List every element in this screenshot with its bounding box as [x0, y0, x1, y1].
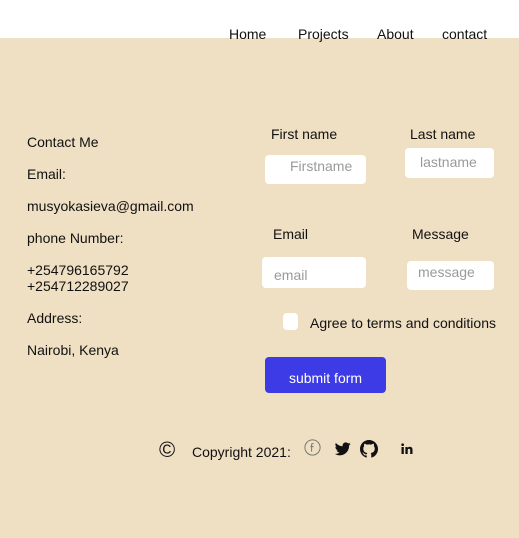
facebook-icon[interactable] — [304, 439, 321, 461]
phone-value-1: +254796165792 — [27, 262, 129, 278]
message-input[interactable] — [407, 261, 494, 290]
nav-about-link[interactable]: About — [377, 26, 414, 42]
email-input[interactable] — [262, 257, 366, 288]
address-value: Nairobi, Kenya — [27, 342, 119, 358]
email-value: musyokasieva@gmail.com — [27, 198, 194, 214]
linkedin-icon[interactable] — [401, 442, 413, 460]
last-name-input[interactable] — [405, 148, 494, 178]
first-name-input[interactable] — [265, 155, 366, 184]
terms-label: Agree to terms and conditions — [310, 315, 496, 331]
message-label: Message — [412, 226, 469, 242]
submit-button[interactable]: submit form — [265, 357, 386, 393]
email-field-label: Email — [273, 226, 309, 242]
email-label: Email: — [27, 166, 66, 182]
last-name-label: Last name — [410, 126, 476, 142]
terms-checkbox[interactable] — [283, 313, 298, 330]
contact-heading: Contact Me — [27, 134, 99, 150]
phone-value-2: +254712289027 — [27, 278, 129, 294]
github-icon[interactable] — [360, 440, 378, 463]
first-name-label: First name — [271, 126, 338, 142]
nav-contact-link[interactable]: contact — [442, 26, 487, 42]
twitter-icon[interactable] — [334, 442, 351, 461]
copyright-icon: © — [159, 437, 176, 462]
nav-projects-link[interactable]: Projects — [298, 26, 349, 42]
address-label: Address: — [27, 310, 83, 326]
nav-home-link[interactable]: Home — [229, 26, 266, 42]
copyright-text: Copyright 2021: — [192, 444, 291, 460]
phone-label: phone Number: — [27, 230, 124, 246]
